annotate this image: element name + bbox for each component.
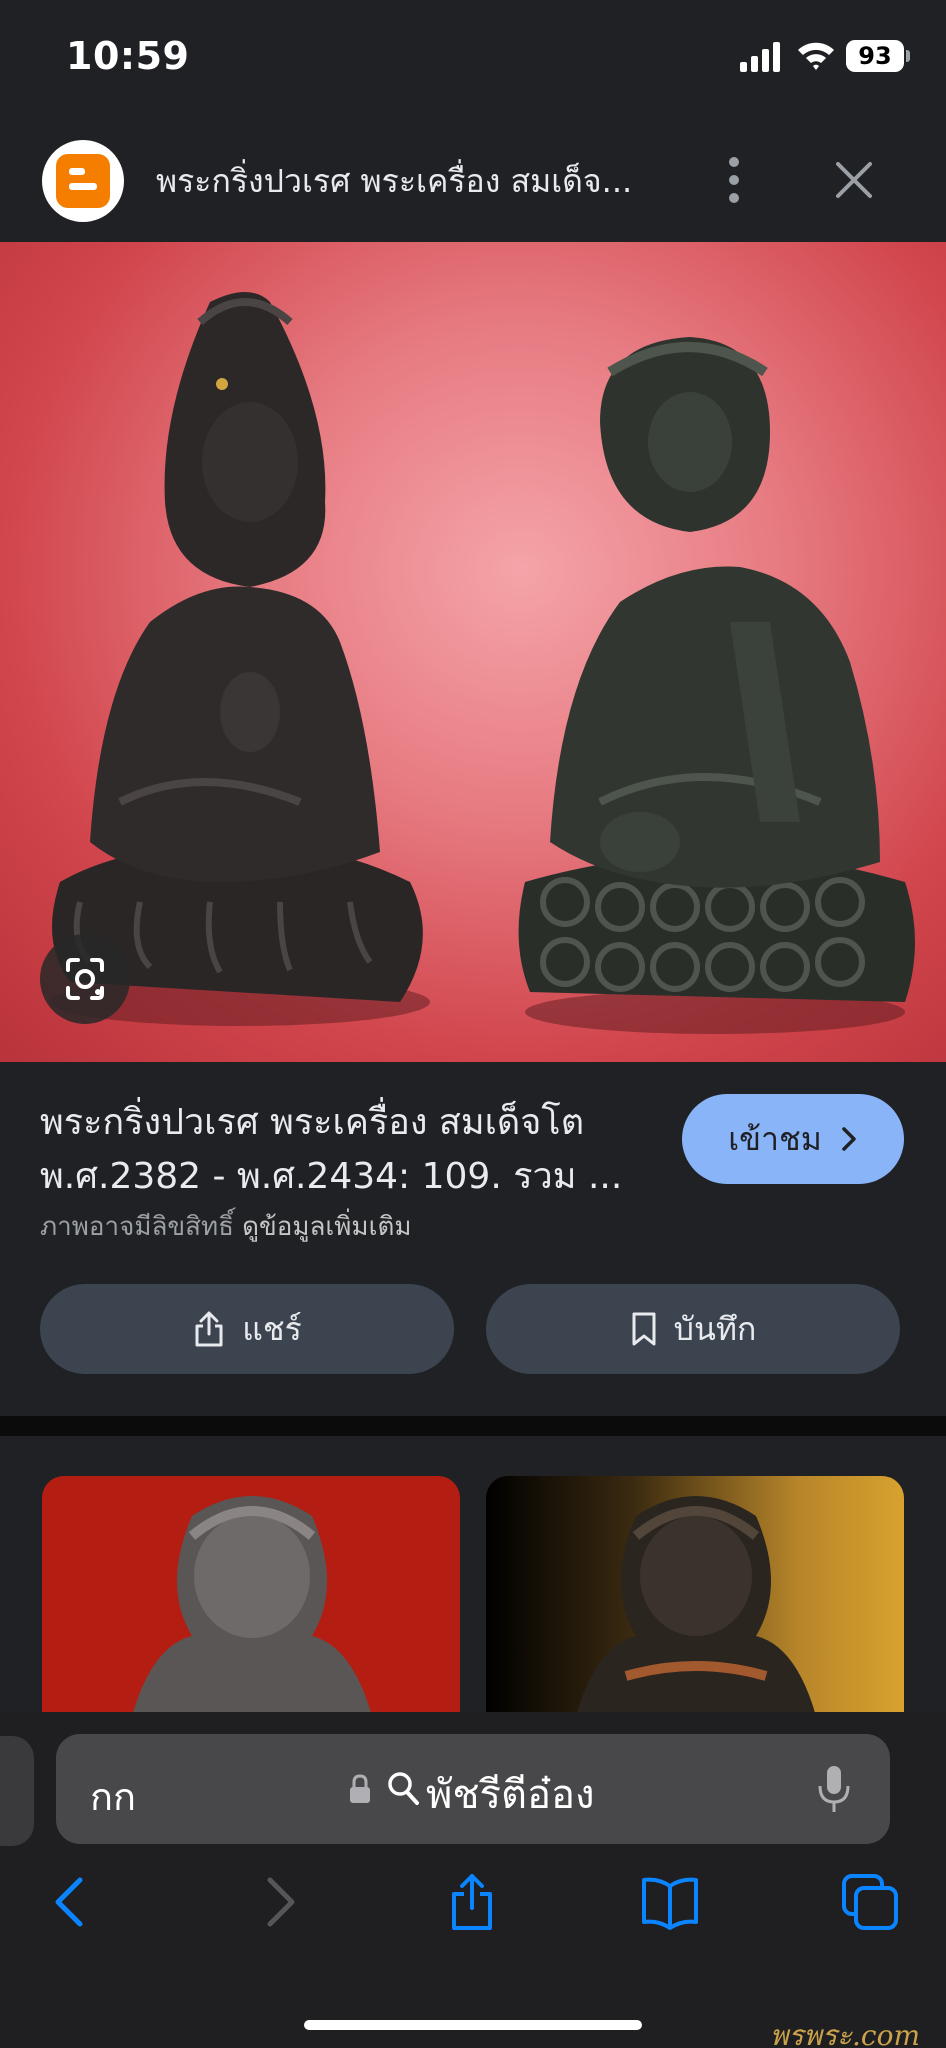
share-sheet-icon[interactable] [442, 1872, 502, 1932]
save-button-label: บันทึก [673, 1309, 757, 1348]
lens-icon [66, 958, 104, 1000]
right-figure [518, 337, 915, 1034]
browser-bottom-bar: กก พัชรีตีอ๋อง พรพระ.com [0, 1712, 946, 2048]
visit-button-label: เข้าชม [728, 1119, 822, 1158]
address-bar[interactable]: กก พัชรีตีอ๋อง [56, 1734, 890, 1844]
wifi-icon [798, 42, 834, 70]
related-images [0, 1436, 946, 1716]
previous-tab-preview[interactable] [0, 1736, 34, 1846]
amulet-image[interactable] [0, 242, 946, 1062]
save-button[interactable]: บันทึก [486, 1284, 900, 1374]
signal-icon [740, 42, 780, 72]
microphone-icon[interactable] [816, 1764, 852, 1816]
status-bar: 10:59 93 [0, 0, 946, 118]
image-viewer-header: พระกริ่งปวเรศ พระเครื่อง สมเด็จ... [0, 118, 946, 242]
more-options-icon[interactable] [716, 154, 752, 206]
back-arrow-icon[interactable] [42, 1872, 102, 1932]
status-time: 10:59 [66, 34, 190, 78]
search-icon [388, 1772, 419, 1805]
chevron-right-icon [842, 1127, 856, 1151]
battery-indicator: 93 [846, 40, 910, 72]
close-icon[interactable] [832, 158, 876, 202]
page-settings-button[interactable]: กก [90, 1766, 136, 1827]
share-button-label: แชร์ [242, 1309, 302, 1348]
section-divider [0, 1416, 946, 1436]
bookmark-icon [632, 1312, 656, 1346]
bookmarks-icon[interactable] [640, 1872, 700, 1932]
blogger-logo-icon [42, 140, 124, 222]
share-icon [195, 1311, 223, 1347]
left-buddha-figure [50, 292, 430, 1026]
more-info-link[interactable]: ดูข้อมูลเพิ่มเติม [242, 1212, 411, 1242]
copyright-line: ภาพอาจมีลิขสิทธิ์ ดูข้อมูลเพิ่มเติม [40, 1206, 411, 1247]
share-button[interactable]: แชร์ [40, 1284, 454, 1374]
lens-search-button[interactable] [40, 934, 130, 1024]
image-title[interactable]: พระกริ่งปวเรศ พระเครื่อง สมเด็จโต พ.ศ.23… [40, 1096, 640, 1204]
tabs-icon[interactable] [840, 1872, 900, 1932]
related-image-thumbnail[interactable] [486, 1476, 904, 1716]
watermark: พรพระ.com [770, 2014, 946, 2048]
visit-button[interactable]: เข้าชม [682, 1094, 904, 1184]
source-title[interactable]: พระกริ่งปวเรศ พระเครื่อง สมเด็จ... [156, 156, 656, 207]
home-indicator [304, 2020, 642, 2030]
lock-icon [350, 1774, 370, 1803]
image-title-line2: พ.ศ.2382 - พ.ศ.2434: 109. รวม ... [40, 1156, 623, 1197]
image-title-line1: พระกริ่งปวเรศ พระเครื่อง สมเด็จโต [40, 1102, 585, 1143]
forward-arrow-icon[interactable] [248, 1872, 308, 1932]
related-image-thumbnail[interactable] [42, 1476, 460, 1716]
copyright-note: ภาพอาจมีลิขสิทธิ์ [40, 1212, 235, 1242]
image-info-panel: พระกริ่งปวเรศ พระเครื่อง สมเด็จโต พ.ศ.23… [0, 1062, 946, 1416]
search-query: พัชรีตีอ๋อง [426, 1772, 595, 1818]
